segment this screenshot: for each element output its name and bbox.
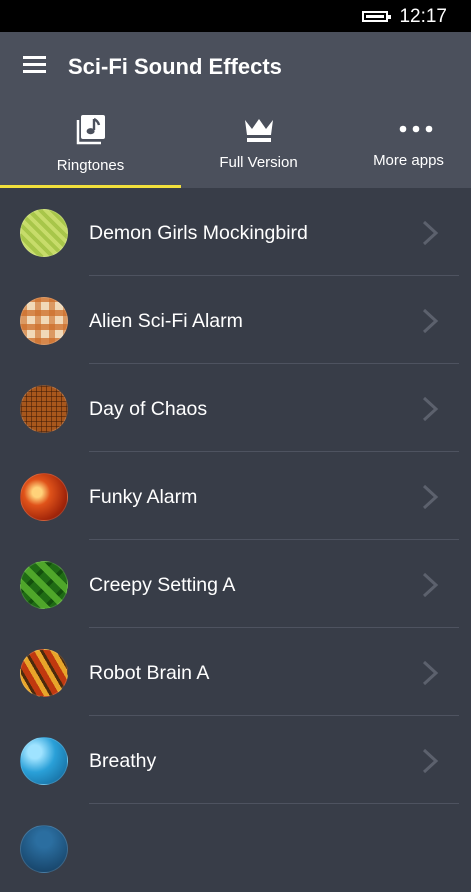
chevron-right-icon [422,484,439,510]
thumbnail-icon [20,297,68,345]
list-item[interactable]: Alien Sci-Fi Alarm [0,276,471,364]
app-header: Sci-Fi Sound Effects Ringtones Full Vers… [0,32,471,188]
chevron-right-icon [422,748,439,774]
thumbnail-icon [20,825,68,873]
chevron-right-icon [422,220,439,246]
chevron-right-icon [422,660,439,686]
battery-icon [362,11,391,22]
chevron-right-icon [422,308,439,334]
list-item[interactable]: Creepy Setting A [0,540,471,628]
thumbnail-icon [20,473,68,521]
crown-icon [245,119,273,142]
tab-full-version-label: Full Version [219,154,298,171]
ringtone-name: Demon Girls Mockingbird [89,222,308,244]
chevron-right-icon [422,396,439,422]
hamburger-menu-icon[interactable] [23,56,46,74]
thumbnail-icon [20,561,68,609]
thumbnail-icon [20,737,68,785]
thumbnail-icon [20,649,68,697]
status-time: 12:17 [399,6,447,27]
ringtone-name: Robot Brain A [89,662,210,684]
ringtone-name: Alien Sci-Fi Alarm [89,310,243,332]
list-item[interactable]: Funky Alarm [0,452,471,540]
tab-full-version[interactable]: Full Version [181,112,336,188]
list-item[interactable]: Demon Girls Mockingbird [0,188,471,276]
music-note-icon [76,115,105,145]
ringtone-name: Day of Chaos [89,398,208,420]
list-item[interactable]: Robot Brain A [0,628,471,716]
more-dots-icon [399,125,433,133]
list-item[interactable]: Breathy [0,716,471,804]
ringtone-name: Breathy [89,750,157,772]
tab-more-apps[interactable]: More apps [336,112,471,188]
tab-more-apps-label: More apps [373,152,444,169]
tab-ringtones-label: Ringtones [56,157,125,174]
ringtone-name: Creepy Setting A [89,574,236,596]
thumbnail-icon [20,385,68,433]
list-item[interactable]: Day of Chaos [0,364,471,452]
list-item[interactable] [0,804,471,892]
ringtone-name: Funky Alarm [89,486,198,508]
app-title: Sci-Fi Sound Effects [68,54,282,79]
chevron-right-icon [422,572,439,598]
thumbnail-icon [20,209,68,257]
tab-ringtones[interactable]: Ringtones [0,112,181,188]
ringtone-list: Demon Girls Mockingbird Alien Sci-Fi Ala… [0,188,471,892]
status-bar: 12:17 [0,0,471,32]
